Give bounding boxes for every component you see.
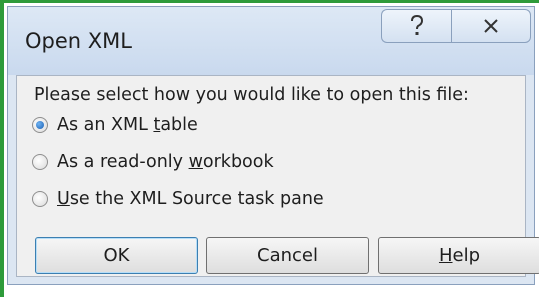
radio-option-xml-table[interactable]: As an XML table xyxy=(32,112,198,138)
open-xml-dialog: Open XML Please select how you would lik… xyxy=(7,6,539,285)
radio-button[interactable] xyxy=(32,154,48,170)
help-button[interactable]: Help xyxy=(378,237,539,274)
prompt-text: Please select how you would like to open… xyxy=(34,85,469,105)
option-label-xml-table: As an XML table xyxy=(57,115,198,135)
option-label-read-only-workbook: As a read-only workbook xyxy=(57,152,274,172)
ok-button[interactable]: OK xyxy=(35,237,198,274)
title-bar[interactable]: Open XML xyxy=(8,7,534,75)
radio-option-xml-source-pane[interactable]: Use the XML Source task pane xyxy=(32,186,324,212)
dialog-title: Open XML xyxy=(25,29,132,53)
radio-button-selected[interactable] xyxy=(32,117,48,133)
cancel-button[interactable]: Cancel xyxy=(206,237,369,274)
close-icon[interactable] xyxy=(451,9,531,43)
radio-option-read-only-workbook[interactable]: As a read-only workbook xyxy=(32,149,274,175)
dialog-client-area: Please select how you would like to open… xyxy=(16,75,539,277)
radio-button[interactable] xyxy=(32,191,48,207)
option-label-xml-source-pane: Use the XML Source task pane xyxy=(57,189,324,209)
window-edge-top xyxy=(0,0,539,3)
window-edge-left xyxy=(0,0,4,297)
help-question-icon[interactable] xyxy=(381,9,451,43)
